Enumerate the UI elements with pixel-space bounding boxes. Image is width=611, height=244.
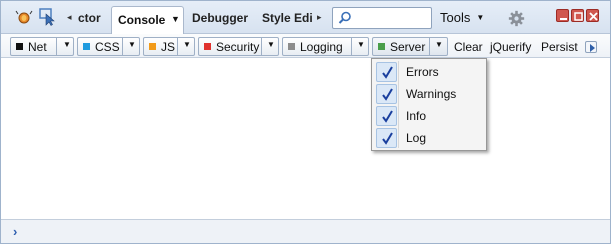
js-color-swatch	[149, 43, 156, 50]
menu-item-info[interactable]: Info	[374, 105, 484, 127]
tabs-scroll-right-icon[interactable]: ▸	[317, 12, 322, 23]
separator	[56, 38, 57, 55]
command-line[interactable]: ›	[1, 219, 610, 243]
maximize-icon	[574, 12, 583, 21]
filter-css-label: CSS	[95, 40, 120, 54]
filter-js-button[interactable]: JS ▼	[143, 37, 195, 56]
maximize-button[interactable]	[571, 9, 584, 22]
menu-item-log[interactable]: Log	[374, 127, 484, 149]
jquerify-button[interactable]: jQuerify	[490, 40, 531, 54]
tools-menu-button[interactable]: Tools ▼	[440, 10, 484, 25]
chevron-down-icon[interactable]: ▼	[171, 14, 180, 24]
chevron-down-icon[interactable]: ▼	[183, 40, 191, 49]
server-filter-menu: Errors Warnings Info Log	[371, 58, 487, 151]
filter-logging-button[interactable]: Logging ▼	[282, 37, 369, 56]
overflow-chevron-button[interactable]	[585, 41, 597, 53]
clear-button[interactable]: Clear	[454, 40, 483, 54]
separator	[351, 38, 352, 55]
console-output[interactable]	[1, 59, 610, 217]
separator	[122, 38, 123, 55]
chevron-down-icon[interactable]: ▼	[63, 40, 71, 49]
logging-color-swatch	[288, 43, 295, 50]
checkbox-checked	[376, 128, 397, 148]
filter-logging-label: Logging	[300, 40, 343, 54]
tab-style-editor[interactable]: Style Edi	[262, 11, 313, 25]
separator	[429, 38, 430, 55]
tools-label: Tools	[440, 10, 471, 25]
filter-net-button[interactable]: Net ▼	[10, 37, 74, 56]
menu-item-label: Info	[406, 109, 427, 123]
close-icon	[589, 12, 598, 21]
menu-item-errors[interactable]: Errors	[374, 61, 484, 83]
server-color-swatch	[378, 43, 385, 50]
checkmark-icon	[382, 110, 393, 123]
checkbox-checked	[376, 106, 397, 126]
filter-css-button[interactable]: CSS ▼	[77, 37, 140, 56]
css-color-swatch	[83, 43, 90, 50]
console-filter-bar: Net ▼ CSS ▼ JS ▼ Security ▼ Logging ▼ Se…	[1, 34, 610, 58]
close-button[interactable]	[586, 9, 599, 22]
filter-js-label: JS	[161, 40, 176, 54]
filter-security-label: Security	[216, 40, 260, 54]
chevron-down-icon[interactable]: ▼	[267, 40, 275, 49]
net-color-swatch	[16, 43, 23, 50]
tabs-scroll-left-icon[interactable]: ◂	[67, 12, 72, 23]
separator	[261, 38, 262, 55]
chevron-down-icon[interactable]: ▼	[357, 40, 365, 49]
checkmark-icon	[382, 132, 393, 145]
minimize-button[interactable]	[556, 9, 569, 22]
devtools-window: ◂ ctor Console ▼ Debugger Style Edi ▸ To…	[0, 0, 611, 244]
filter-security-button[interactable]: Security ▼	[198, 37, 279, 56]
tab-console[interactable]: Console ▼	[111, 6, 184, 34]
menu-item-warnings[interactable]: Warnings	[374, 83, 484, 105]
toolbox-tabbar: ◂ ctor Console ▼ Debugger Style Edi ▸ To…	[1, 1, 610, 34]
chevron-down-icon[interactable]: ▼	[435, 40, 443, 49]
chevron-down-icon[interactable]: ▼	[128, 40, 136, 49]
checkbox-checked	[376, 62, 397, 82]
security-color-swatch	[204, 43, 211, 50]
menu-item-label: Errors	[406, 65, 439, 79]
inspect-pointer-icon[interactable]	[39, 8, 57, 26]
persist-button[interactable]: Persist	[541, 40, 578, 54]
tab-debugger[interactable]: Debugger	[192, 11, 248, 25]
checkmark-icon	[382, 66, 393, 79]
filter-net-label: Net	[28, 40, 47, 54]
search-input[interactable]	[332, 7, 432, 29]
menu-item-label: Log	[406, 131, 427, 145]
filter-server-button[interactable]: Server ▼	[372, 37, 448, 56]
checkmark-icon	[382, 88, 393, 101]
chevron-right-icon	[590, 44, 595, 52]
bug-icon[interactable]	[15, 8, 33, 26]
menu-item-label: Warnings	[406, 87, 457, 101]
tab-console-label: Console	[118, 13, 166, 27]
checkbox-checked	[376, 84, 397, 104]
filter-server-label: Server	[390, 40, 426, 54]
chevron-down-icon: ▼	[476, 13, 485, 22]
search-icon	[338, 11, 351, 24]
gear-icon[interactable]	[508, 10, 525, 27]
separator	[177, 38, 178, 55]
tab-inspector[interactable]: ctor	[78, 11, 101, 25]
minimize-icon	[560, 18, 567, 20]
command-prompt-icon: ›	[13, 224, 18, 239]
